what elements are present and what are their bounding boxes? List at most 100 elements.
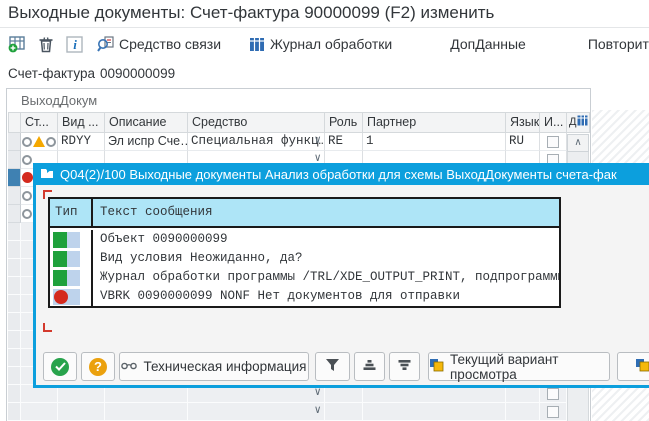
header-status[interactable]: Ст...: [21, 112, 58, 133]
row-selector[interactable]: [8, 277, 21, 295]
log-status-cell: [50, 287, 93, 306]
header-medium[interactable]: Средство: [188, 112, 325, 133]
info-icon: i: [66, 36, 83, 53]
log-message-row[interactable]: Объект 0090000099: [50, 230, 559, 249]
row-selector[interactable]: [8, 187, 21, 205]
partner-cell[interactable]: 1: [363, 133, 506, 151]
page-title: Выходные документы: Счет-фактура 9000009…: [8, 3, 494, 23]
header-i[interactable]: И...: [540, 112, 567, 133]
view-variant-icon: [635, 358, 649, 375]
communication-method-label: Средство связи: [119, 36, 221, 52]
current-view-variant-button[interactable]: Текущий вариант просмотра: [428, 352, 610, 381]
app-toolbar: i Средство связи Журнал обработки ДопДан…: [8, 31, 649, 57]
row-selector[interactable]: [8, 151, 21, 169]
output-table-row[interactable]: ∨: [8, 403, 559, 421]
sort-descending-button[interactable]: [389, 352, 420, 381]
medium-cell[interactable]: Специальная функц…∨: [188, 133, 325, 151]
output-table-row[interactable]: RDYYЭл испр Сче…Специальная функц…∨RE1RU: [8, 133, 559, 151]
row-selector[interactable]: [8, 295, 21, 313]
log-header-text: Текст сообщения: [93, 199, 559, 226]
create-output-icon: [8, 36, 26, 53]
row-selector[interactable]: [8, 403, 21, 421]
table-settings-icon: [577, 113, 588, 132]
language-cell[interactable]: RU: [506, 133, 540, 151]
confirm-button[interactable]: [43, 352, 77, 381]
confirm-check-icon: [51, 358, 69, 376]
log-message-row[interactable]: Журнал обработки программы /TRL/XDE_OUTP…: [50, 268, 559, 287]
warning-triangle-icon: [33, 136, 45, 147]
scroll-up-button[interactable]: ∧: [567, 134, 589, 152]
window-titlebar: Выходные документы: Счет-фактура 9000009…: [0, 0, 649, 28]
role-cell[interactable]: RE: [325, 133, 363, 151]
info-button[interactable]: i: [66, 36, 83, 53]
language-cell[interactable]: [506, 403, 540, 421]
communication-method-button[interactable]: Средство связи: [97, 36, 221, 53]
role-cell[interactable]: [325, 403, 363, 421]
help-button[interactable]: ?: [81, 352, 115, 381]
filter-button[interactable]: [315, 352, 350, 381]
description-cell[interactable]: Эл испр Сче…: [105, 133, 188, 151]
row-selector[interactable]: [8, 133, 21, 151]
dialog-titlebar[interactable]: Q04(2)/100 Выходные документы Анализ обр…: [33, 163, 649, 185]
header-description[interactable]: Описание: [105, 112, 188, 133]
type-cell[interactable]: [58, 403, 105, 421]
log-status-cell: [50, 230, 93, 249]
processing-log-button[interactable]: Журнал обработки: [249, 36, 392, 52]
log-message-row[interactable]: VBRK 0090000099 NONF Нет документов для …: [50, 287, 559, 306]
log-table-body: Объект 0090000099Вид условия Неожиданно,…: [50, 230, 559, 306]
table-config-button[interactable]: Д: [567, 112, 590, 133]
checkbox-cell: [540, 403, 567, 421]
additional-data-button[interactable]: ДопДанные: [450, 36, 526, 52]
partner-cell[interactable]: [363, 403, 506, 421]
description-cell[interactable]: [105, 403, 188, 421]
row-selector[interactable]: [8, 169, 21, 187]
header-language[interactable]: Язык: [506, 112, 540, 133]
partial-right-button[interactable]: [617, 352, 649, 381]
sort-ascending-button[interactable]: [354, 352, 385, 381]
row-selector[interactable]: [8, 385, 21, 403]
row-checkbox[interactable]: [547, 136, 559, 148]
row-selector[interactable]: [8, 259, 21, 277]
row-selector[interactable]: [8, 331, 21, 349]
error-dot-icon: [22, 172, 33, 183]
row-selector[interactable]: [8, 241, 21, 259]
row-selector[interactable]: [8, 223, 21, 241]
analysis-dialog: Q04(2)/100 Выходные документы Анализ обр…: [33, 163, 649, 388]
log-message-text: Вид условия Неожиданно, да?: [93, 249, 559, 268]
chevron-down-icon[interactable]: ∨: [314, 133, 321, 150]
processing-log-icon: [249, 37, 265, 52]
row-checkbox[interactable]: [547, 388, 559, 400]
technical-info-button[interactable]: Техническая информация: [119, 352, 309, 381]
type-cell[interactable]: RDYY: [58, 133, 105, 151]
row-selector[interactable]: [8, 367, 21, 385]
create-output-button[interactable]: [8, 36, 26, 53]
row-selector[interactable]: [8, 349, 21, 367]
medium-cell[interactable]: ∨: [188, 403, 325, 421]
resize-corner-mark-bottom: [43, 323, 52, 332]
filter-icon: [325, 358, 340, 375]
row-selector[interactable]: [8, 313, 21, 331]
row-checkbox[interactable]: [547, 406, 559, 418]
invoice-field-value[interactable]: 0090000099: [100, 66, 175, 81]
log-status-cell: [50, 268, 93, 287]
status-success-icon: [53, 232, 80, 248]
trash-icon: [38, 36, 54, 53]
chevron-down-icon[interactable]: ∨: [314, 403, 321, 420]
additional-data-label: ДопДанные: [450, 36, 526, 52]
ring-icon: [22, 209, 32, 219]
checkbox-cell: [540, 133, 567, 151]
status-success-icon: [53, 251, 80, 267]
log-message-row[interactable]: Вид условия Неожиданно, да?: [50, 249, 559, 268]
sort-descending-icon: [397, 359, 412, 374]
delete-button[interactable]: [38, 36, 54, 53]
dialog-body: Тип Текст сообщения Объект 0090000099Вид…: [33, 185, 649, 388]
header-type[interactable]: Вид ...: [58, 112, 105, 133]
dialog-title: Q04(2)/100 Выходные документы Анализ обр…: [60, 167, 617, 182]
repeat-output-button[interactable]: Повторить В: [588, 36, 649, 52]
header-partner[interactable]: Партнер: [363, 112, 506, 133]
log-table-header: Тип Текст сообщения: [50, 199, 559, 228]
row-selector[interactable]: [8, 205, 21, 223]
header-role[interactable]: Роль: [325, 112, 363, 133]
header-row-selector: [8, 112, 21, 133]
technical-info-label: Техническая информация: [143, 359, 306, 374]
